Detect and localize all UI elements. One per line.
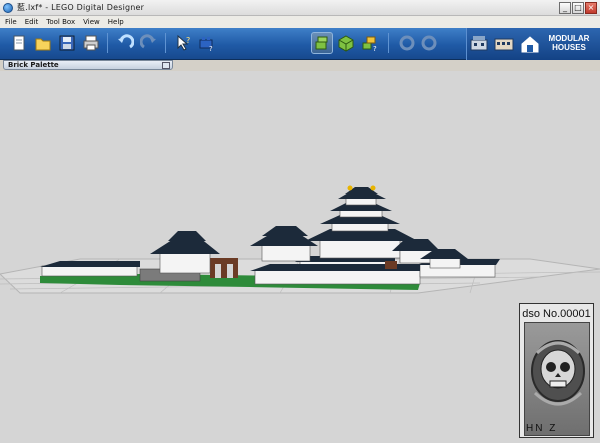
svg-text:?: ?	[209, 45, 213, 52]
menu-help[interactable]: Help	[108, 18, 124, 26]
building-guide-icon: ?	[362, 36, 377, 52]
brick-help-button[interactable]: ?	[196, 32, 218, 54]
print-button[interactable]	[80, 32, 102, 54]
title-bar: 藍.lxf* - LEGO Digital Designer _ □ ×	[0, 0, 600, 16]
toolbar-separator	[165, 33, 166, 53]
middle-tower	[250, 226, 318, 262]
save-button[interactable]	[56, 32, 78, 54]
brick-help-icon: ?	[199, 37, 213, 52]
close-button[interactable]: ×	[585, 2, 597, 14]
brick-palette-title: Brick Palette	[8, 61, 59, 69]
theme-label-line1: MODULAR	[548, 34, 590, 43]
rotate-right-icon	[421, 35, 437, 51]
rotate-right-button[interactable]	[418, 32, 440, 54]
rotate-left-button[interactable]	[396, 32, 418, 54]
building-guide-button[interactable]: ?	[359, 32, 381, 54]
redo-icon	[140, 34, 156, 49]
new-file-button[interactable]	[8, 32, 30, 54]
new-icon	[13, 35, 25, 51]
skull-icon	[531, 340, 585, 406]
maximize-button[interactable]: □	[572, 2, 584, 14]
theme-label: MODULAR HOUSES	[540, 30, 598, 57]
svg-text:?: ?	[373, 45, 377, 52]
left-tower	[150, 231, 220, 274]
rotate-left-icon	[399, 35, 415, 51]
house-icon	[494, 38, 514, 51]
house-icon	[470, 36, 488, 51]
window-title: 藍.lxf* - LEGO Digital Designer	[17, 3, 145, 12]
toolbar: ? ? ? MODULAR HOUSES	[0, 28, 600, 60]
menu-file[interactable]: File	[5, 18, 17, 26]
build-canvas[interactable]: dso No.00001 HN Z	[0, 71, 600, 443]
house-logo-icon	[521, 36, 539, 53]
print-icon	[83, 35, 99, 51]
minimize-button[interactable]: _	[559, 2, 571, 14]
user-badge: dso No.00001 HN Z	[519, 303, 594, 438]
menu-edit[interactable]: Edit	[25, 18, 39, 26]
open-button[interactable]	[32, 32, 54, 54]
modular-house-logo	[519, 33, 541, 55]
badge-footer: HN Z	[526, 423, 558, 434]
help-cursor-button[interactable]: ?	[172, 32, 194, 54]
menu-view[interactable]: View	[83, 18, 100, 26]
toolbar-separator	[388, 33, 389, 53]
brick-palette-header[interactable]: Brick Palette	[3, 60, 173, 70]
undo-button[interactable]	[114, 32, 136, 54]
view-mode-icon	[338, 35, 354, 52]
view-mode-button[interactable]	[335, 32, 357, 54]
toolbar-separator	[107, 33, 108, 53]
help-cursor-icon: ?	[177, 34, 190, 51]
castle-gate	[210, 258, 238, 278]
svg-text:?: ?	[186, 36, 190, 45]
save-icon	[59, 35, 75, 51]
theme-label-line2: HOUSES	[552, 43, 586, 52]
build-mode-icon	[315, 36, 328, 50]
open-folder-icon	[35, 38, 51, 51]
castle-model-scene[interactable]	[0, 71, 600, 443]
theme-house-button-2[interactable]	[493, 32, 515, 54]
skull-emblem-image	[524, 322, 590, 436]
theme-house-button-1[interactable]	[468, 32, 490, 54]
undo-icon	[118, 34, 134, 49]
app-icon	[3, 2, 13, 13]
menu-toolbox[interactable]: Tool Box	[46, 18, 75, 26]
palette-expand-button[interactable]	[162, 62, 170, 69]
redo-button[interactable]	[138, 32, 160, 54]
badge-title: dso No.00001	[522, 308, 591, 320]
build-mode-button[interactable]	[311, 32, 333, 54]
window-controls: _ □ ×	[559, 2, 597, 14]
menu-bar: File Edit Tool Box View Help	[0, 16, 600, 28]
